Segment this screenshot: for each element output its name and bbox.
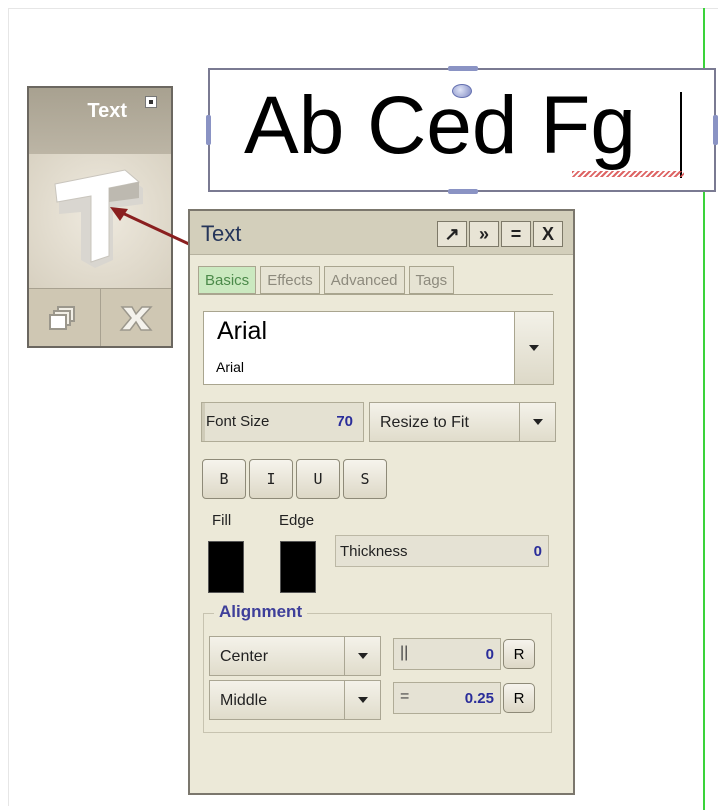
- text-properties-panel[interactable]: Text ↗ » = X Basics Effects Advanced Tag…: [188, 209, 575, 795]
- font-size-label: Font Size: [206, 413, 270, 430]
- page-edge-left: [8, 8, 9, 806]
- font-name: Arial: [217, 317, 268, 345]
- strikethrough-button[interactable]: S: [343, 459, 387, 499]
- tab-tags[interactable]: Tags: [408, 266, 455, 294]
- vertical-offset-value: 0.25: [464, 690, 494, 707]
- panel-tabs: Basics Effects Advanced Tags: [198, 266, 455, 294]
- tab-effects[interactable]: Effects: [260, 266, 320, 294]
- canvas-text-box[interactable]: Ab Ced Fg: [206, 66, 718, 194]
- palette-toggle-icon[interactable]: [145, 96, 157, 108]
- alignment-group: Alignment Center Middle || 0 R = 0.25 R: [203, 602, 552, 733]
- equals-icon: =: [400, 688, 410, 705]
- underline-button[interactable]: U: [296, 459, 340, 499]
- thickness-field[interactable]: Thickness 0: [335, 535, 549, 567]
- horizontal-align-select[interactable]: Center: [209, 636, 381, 676]
- tab-basics[interactable]: Basics: [198, 266, 257, 294]
- layers-button[interactable]: [29, 289, 100, 346]
- tab-advanced[interactable]: Advanced: [323, 266, 405, 294]
- font-size-value: 70: [336, 413, 353, 430]
- chevron-down-icon: [357, 697, 368, 703]
- horizontal-offset-value: 0: [485, 646, 494, 663]
- resize-handle-right[interactable]: [713, 115, 718, 145]
- fill-color-swatch[interactable]: [208, 541, 244, 593]
- font-preview: Arial: [216, 359, 245, 375]
- chevron-down-icon: [532, 419, 543, 425]
- resize-handle-top[interactable]: [448, 66, 478, 71]
- thickness-label: Thickness: [340, 543, 408, 560]
- resize-mode-select[interactable]: Resize to Fit: [369, 402, 556, 442]
- panel-title-bar[interactable]: Text ↗ » = X: [190, 211, 573, 255]
- resize-mode-value: Resize to Fit: [380, 414, 469, 431]
- panel-title-buttons: ↗ » = X: [437, 221, 563, 247]
- horizontal-align-dropdown-button[interactable]: [344, 637, 380, 675]
- italic-button[interactable]: I: [249, 459, 293, 499]
- slider-grip-icon: ||: [400, 644, 409, 661]
- page-edge-top: [8, 8, 718, 9]
- close-icon: X: [541, 223, 554, 244]
- text-caret: [680, 92, 682, 178]
- tool-palette-footer: [29, 288, 171, 346]
- resize-mode-dropdown-button[interactable]: [519, 403, 555, 441]
- fill-label: Fill: [212, 512, 232, 529]
- canvas-text[interactable]: Ab Ced Fg: [244, 76, 636, 176]
- font-dropdown-button[interactable]: [514, 311, 554, 385]
- font-size-field[interactable]: Font Size 70: [201, 402, 364, 442]
- double-chevron-icon: »: [478, 223, 489, 244]
- layers-icon: [49, 305, 76, 330]
- thickness-value: 0: [533, 543, 542, 560]
- edge-label: Edge: [279, 512, 315, 529]
- chevron-down-icon: [529, 345, 539, 351]
- edge-color-swatch[interactable]: [280, 541, 316, 593]
- spellcheck-squiggle: [572, 171, 684, 177]
- horizontal-offset-field[interactable]: || 0: [393, 638, 501, 670]
- rotate-handle-icon[interactable]: [452, 84, 472, 98]
- vertical-align-dropdown-button[interactable]: [344, 681, 380, 719]
- font-selector[interactable]: Arial Arial: [203, 311, 554, 385]
- horizontal-align-value: Center: [220, 648, 269, 665]
- vertical-align-select[interactable]: Middle: [209, 680, 381, 720]
- horizontal-offset-reset-button[interactable]: R: [503, 639, 535, 669]
- close-button[interactable]: X: [533, 221, 563, 247]
- pin-button[interactable]: ↗: [437, 221, 467, 247]
- chevron-down-icon: [357, 653, 368, 659]
- delete-button[interactable]: [99, 289, 172, 346]
- panel-title: Text: [201, 221, 242, 246]
- menu-icon: =: [510, 223, 522, 244]
- tabs-divider: [198, 294, 553, 295]
- vertical-offset-field[interactable]: = 0.25: [393, 682, 501, 714]
- pin-icon: ↗: [444, 223, 460, 244]
- resize-handle-bottom[interactable]: [448, 189, 478, 194]
- menu-button[interactable]: =: [501, 221, 531, 247]
- delete-x-icon: [119, 305, 153, 331]
- expand-button[interactable]: »: [469, 221, 499, 247]
- resize-handle-left[interactable]: [206, 115, 211, 145]
- alignment-title: Alignment: [214, 602, 308, 622]
- vertical-align-value: Middle: [220, 692, 268, 709]
- bold-button[interactable]: B: [202, 459, 246, 499]
- tool-palette-header: Text: [29, 88, 171, 154]
- vertical-offset-reset-button[interactable]: R: [503, 683, 535, 713]
- tool-palette-title: Text: [87, 100, 127, 122]
